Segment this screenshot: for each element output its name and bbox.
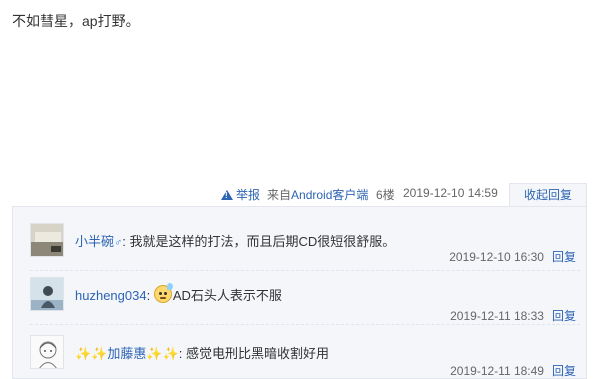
reply-time: 2019-12-11 18:49 bbox=[450, 364, 544, 378]
post-meta-bar: 举报 来自Android客户端 6楼 2019-12-10 14:59 收起回复 bbox=[0, 183, 597, 207]
reply-content: 小半碗♂: 我就是这样的打法，而且后期CD很短很舒服。 bbox=[75, 231, 395, 250]
reply-text: AD石头人表示不服 bbox=[172, 288, 282, 303]
username-link[interactable]: 小半碗 bbox=[75, 234, 114, 249]
floor-number: 6楼 bbox=[376, 188, 395, 202]
reply-time: 2019-12-11 18:33 bbox=[450, 309, 544, 323]
reply-text: 感觉电刑比黑暗收割好用 bbox=[182, 346, 330, 361]
reply-footer: 2019-12-11 18:49 回复 bbox=[450, 362, 576, 379]
avatar[interactable] bbox=[30, 277, 64, 311]
username-link[interactable]: huzheng034 bbox=[75, 288, 147, 303]
avatar[interactable] bbox=[30, 335, 64, 369]
sparkle-icon: ✨✨ bbox=[75, 346, 108, 361]
post-content: 不如彗星，ap打野。 bbox=[12, 13, 140, 29]
reply-footer: 2019-12-11 18:33 回复 bbox=[450, 307, 576, 324]
collapse-replies-button[interactable]: 收起回复 bbox=[509, 183, 587, 207]
report-link[interactable]: 举报 bbox=[221, 186, 260, 203]
reply-button[interactable]: 回复 bbox=[552, 364, 576, 378]
post-source: 来自Android客户端 bbox=[267, 186, 368, 203]
source-app-link[interactable]: Android客户端 bbox=[291, 188, 368, 202]
reply-button[interactable]: 回复 bbox=[552, 250, 576, 264]
reply-panel: 小半碗♂: 我就是这样的打法，而且后期CD很短很舒服。 2019-12-10 1… bbox=[12, 206, 587, 379]
reply-item: 小半碗♂: 我就是这样的打法，而且后期CD很短很舒服。 2019-12-10 1… bbox=[30, 223, 580, 271]
post-timestamp: 2019-12-10 14:59 bbox=[403, 186, 498, 200]
sparkle-icon: ✨✨ bbox=[146, 346, 179, 361]
reply-time: 2019-12-10 16:30 bbox=[449, 250, 544, 264]
reply-item: ✨✨加藤惠✨✨: 感觉电刑比黑暗收割好用 2019-12-11 18:49 回复 bbox=[30, 335, 580, 379]
sweat-smile-emoji-icon bbox=[153, 283, 173, 303]
reply-item: huzheng034: AD石头人表示不服 2019-12-11 18:33 回复 bbox=[30, 277, 580, 325]
reply-button[interactable]: 回复 bbox=[552, 309, 576, 323]
reply-footer: 2019-12-10 16:30 回复 bbox=[449, 248, 576, 265]
report-label: 举报 bbox=[236, 188, 261, 202]
reply-separator: : bbox=[146, 288, 151, 303]
username-link[interactable]: 加藤惠 bbox=[107, 346, 146, 361]
warning-icon bbox=[221, 190, 233, 200]
reply-text: 我就是这样的打法，而且后期CD很短很舒服。 bbox=[125, 234, 396, 249]
source-prefix: 来自 bbox=[267, 188, 292, 202]
avatar[interactable] bbox=[30, 223, 64, 257]
reply-content: ✨✨加藤惠✨✨: 感觉电刑比黑暗收割好用 bbox=[75, 343, 329, 362]
reply-content: huzheng034: AD石头人表示不服 bbox=[75, 283, 282, 304]
